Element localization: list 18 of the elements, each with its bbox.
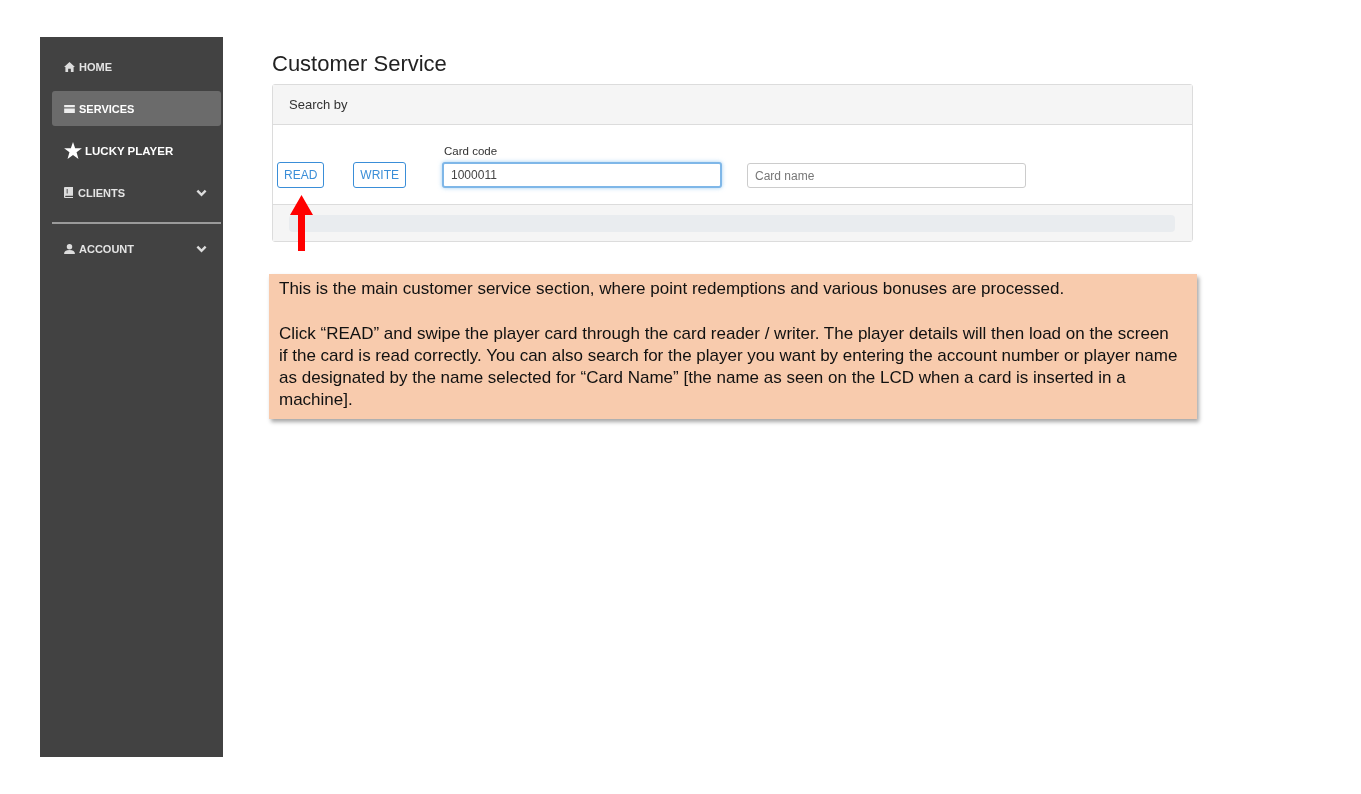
nav-item[interactable]: LUCKY PLAYER [52,133,221,168]
note-paragraph: Click “READ” and swipe the player card through the card reader / writer. The player details will then load on the screen if the card is read correctly. You can also search for the player you want by entering the account number or player name as designated by the name selected for “Card Name” [the name as seen on the LCD when a card is inserted in a machine]. [279,323,1179,411]
book-icon [64,187,73,198]
field-label: Card code [444,144,498,158]
up-arrow-icon [290,195,313,251]
star-icon [64,142,82,159]
nav-item[interactable]: CLIENTS [52,175,221,210]
nav-item[interactable]: HOME [52,49,221,84]
card-code-field[interactable]: 1000011 [442,162,722,188]
nav-item[interactable]: ACCOUNT [52,231,221,266]
home-icon [64,61,75,72]
credit-card-icon [64,104,75,113]
user-icon [64,243,75,254]
panel-heading: Search by [289,97,348,112]
note-paragraph: This is the main customer service section, where point redemptions and various bonuses are processed. [279,278,1066,300]
nav-item[interactable]: SERVICES [52,91,221,126]
card-name-field[interactable]: Card name [747,163,1026,188]
page-title: Customer Service [272,50,448,78]
